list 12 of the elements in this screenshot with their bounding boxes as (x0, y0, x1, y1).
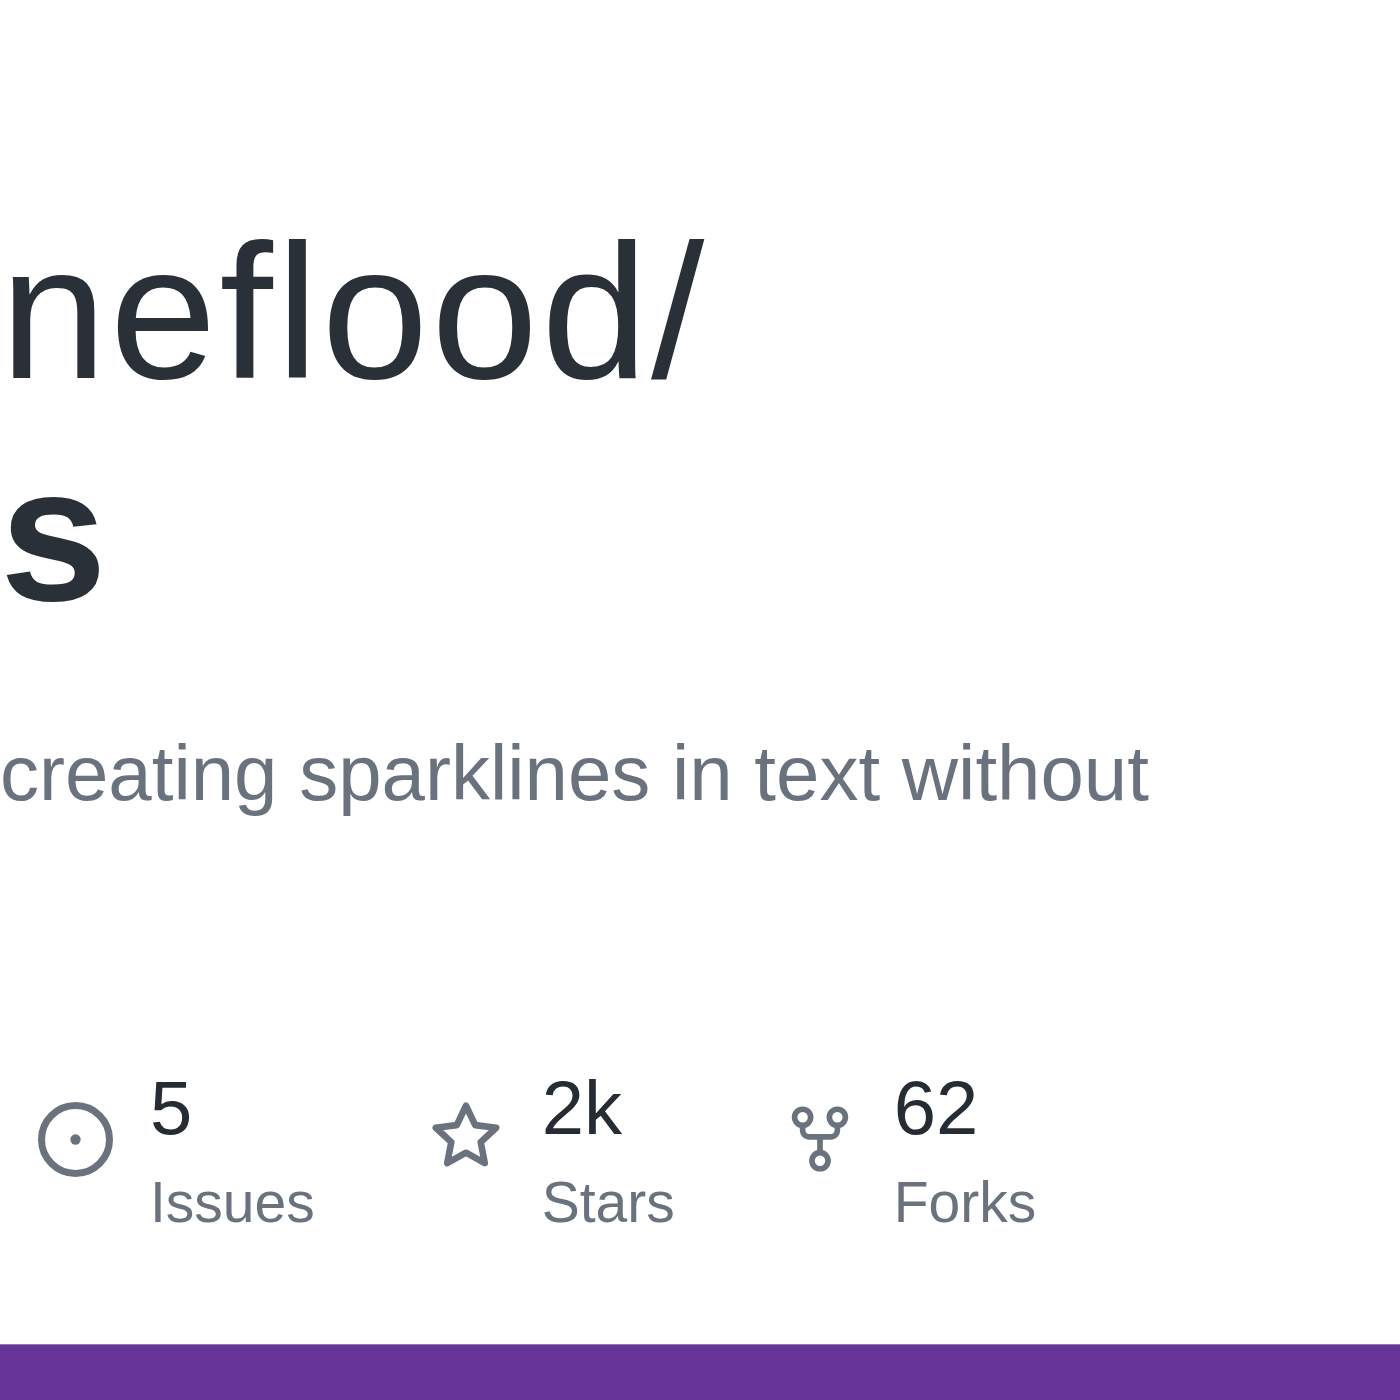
stat-count: 62 (893, 1070, 979, 1146)
stat-label: Issues (150, 1174, 315, 1231)
repo-description: creating sparklines in text without (0, 728, 1149, 819)
stat-label: Forks (893, 1174, 1037, 1231)
star-icon (430, 1102, 501, 1169)
issue-icon (38, 1102, 113, 1177)
repo-owner: neflood/ (0, 203, 708, 421)
fork-icon (790, 1106, 849, 1172)
stat-count: 5 (150, 1070, 193, 1146)
repo-name: s (0, 425, 107, 643)
stat-count: 2k (541, 1070, 623, 1146)
stat-label: Stars (541, 1174, 675, 1231)
